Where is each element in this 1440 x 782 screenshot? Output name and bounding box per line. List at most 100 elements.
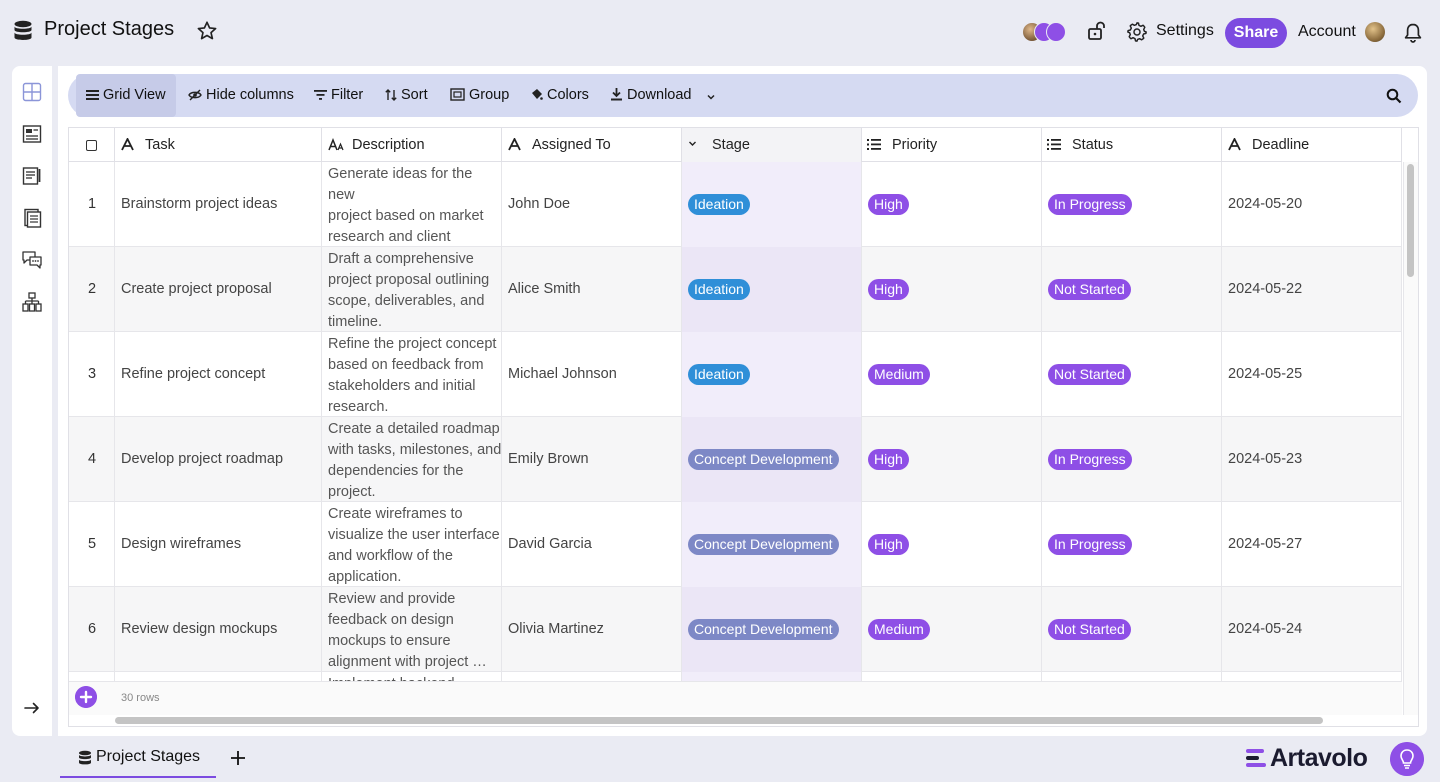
star-icon[interactable] — [196, 20, 218, 42]
cell-task[interactable]: Design wireframes — [115, 502, 322, 587]
cell-assigned[interactable]: Alice Smith — [502, 247, 682, 332]
cell-description[interactable]: Implement backend — [322, 672, 502, 681]
account-button[interactable]: Account — [1298, 23, 1356, 41]
table-row[interactable]: Implement backend — [69, 672, 1402, 681]
grid-view-icon[interactable] — [21, 81, 43, 103]
cell-deadline[interactable]: 2024-05-24 — [1222, 587, 1402, 672]
cell-task[interactable]: Develop project roadmap — [115, 417, 322, 502]
cell-priority[interactable]: High — [862, 247, 1042, 332]
bell-icon[interactable] — [1403, 22, 1423, 44]
cell-deadline[interactable]: 2024-05-22 — [1222, 247, 1402, 332]
expand-sidebar-icon[interactable] — [22, 698, 42, 718]
cell-deadline[interactable] — [1222, 672, 1402, 681]
unlock-icon[interactable] — [1087, 21, 1107, 41]
group-button[interactable]: Group — [450, 74, 509, 117]
cell-deadline[interactable]: 2024-05-25 — [1222, 332, 1402, 417]
cell-deadline[interactable]: 2024-05-27 — [1222, 502, 1402, 587]
cell-task[interactable]: Refine project concept — [115, 332, 322, 417]
cell-description[interactable]: Review and provide feedback on design mo… — [322, 587, 502, 672]
cell-stage[interactable] — [682, 672, 862, 681]
org-chart-icon[interactable] — [21, 291, 43, 313]
cell-deadline[interactable]: 2024-05-20 — [1222, 162, 1402, 247]
cell-stage[interactable]: Ideation — [682, 332, 862, 417]
cell-priority[interactable]: High — [862, 417, 1042, 502]
cell-status[interactable]: In Progress — [1042, 502, 1222, 587]
add-row-button[interactable] — [75, 686, 97, 708]
cell-status[interactable]: Not Started — [1042, 587, 1222, 672]
cell-assigned[interactable]: Emily Brown — [502, 417, 682, 502]
table-row[interactable]: 5 Design wireframes Create wireframes to v… — [69, 502, 1402, 587]
vertical-scroll-thumb[interactable] — [1407, 164, 1414, 277]
table-row[interactable]: 6 Review design mockups Review and provide… — [69, 587, 1402, 672]
colors-button[interactable]: Colors — [530, 74, 589, 117]
cell-priority[interactable]: Medium — [862, 587, 1042, 672]
column-header-deadline[interactable]: Deadline — [1222, 128, 1402, 162]
settings-button[interactable]: Settings — [1156, 22, 1214, 40]
cell-task[interactable]: Review design mockups — [115, 587, 322, 672]
account-avatar[interactable] — [1365, 22, 1385, 42]
gear-icon[interactable] — [1126, 21, 1148, 43]
form-view-icon[interactable] — [21, 123, 43, 145]
table-row[interactable]: 1 Brainstorm project ideas Generate ideas … — [69, 162, 1402, 266]
cell-status[interactable] — [1042, 672, 1222, 681]
column-header-assigned-to[interactable]: Assigned To — [502, 128, 682, 162]
cell-num[interactable]: 1 — [69, 162, 115, 247]
select-all-checkbox[interactable] — [86, 140, 97, 151]
sort-button[interactable]: Sort — [385, 74, 428, 117]
cell-num[interactable] — [69, 672, 115, 681]
cell-stage[interactable]: Ideation — [682, 162, 862, 247]
cell-num[interactable]: 2 — [69, 247, 115, 332]
horizontal-scrollbar[interactable] — [115, 717, 1323, 724]
cell-stage[interactable]: Concept Development — [682, 587, 862, 672]
download-button[interactable]: Download — [610, 74, 720, 117]
column-header-status[interactable]: Status — [1042, 128, 1222, 162]
cell-status[interactable]: In Progress — [1042, 162, 1222, 247]
cell-num[interactable]: 4 — [69, 417, 115, 502]
cell-assigned[interactable]: Michael Johnson — [502, 332, 682, 417]
cell-task[interactable]: Brainstorm project ideas — [115, 162, 322, 247]
document-view-icon[interactable] — [21, 207, 43, 229]
cell-description[interactable]: Generate ideas for the new project based… — [322, 162, 502, 266]
cell-status[interactable]: Not Started — [1042, 332, 1222, 417]
table-row[interactable]: 4 Develop project roadmap Create a detaile… — [69, 417, 1402, 502]
cell-description[interactable]: Draft a comprehensive project proposal o… — [322, 247, 502, 332]
cell-priority[interactable]: High — [862, 162, 1042, 247]
kanban-view-icon[interactable] — [21, 165, 43, 187]
column-header-stage[interactable]: Stage — [682, 128, 862, 162]
cell-stage[interactable]: Concept Development — [682, 417, 862, 502]
cell-description[interactable]: Create a detailed roadmap with tasks, mi… — [322, 417, 502, 502]
column-header-task[interactable]: Task — [115, 128, 322, 162]
filter-button[interactable]: Filter — [314, 74, 363, 117]
search-icon[interactable] — [1386, 88, 1402, 104]
cell-description[interactable]: Create wireframes to visualize the user … — [322, 502, 502, 587]
cell-assigned[interactable]: John Doe — [502, 162, 682, 247]
column-header-priority[interactable]: Priority — [862, 128, 1042, 162]
cell-task[interactable]: Create project proposal — [115, 247, 322, 332]
cell-status[interactable]: In Progress — [1042, 417, 1222, 502]
add-sheet-button[interactable] — [229, 749, 247, 767]
share-button[interactable]: Share — [1225, 18, 1287, 48]
cell-deadline[interactable]: 2024-05-23 — [1222, 417, 1402, 502]
cell-task[interactable] — [115, 672, 322, 681]
table-row[interactable]: 2 Create project proposal Draft a comprehe… — [69, 247, 1402, 332]
cell-priority[interactable]: High — [862, 502, 1042, 587]
cell-num[interactable]: 3 — [69, 332, 115, 417]
cell-stage[interactable]: Ideation — [682, 247, 862, 332]
column-header-description[interactable]: Description — [322, 128, 502, 162]
cell-num[interactable]: 6 — [69, 587, 115, 672]
table-row[interactable]: 3 Refine project concept Refine the projec… — [69, 332, 1402, 417]
hide-columns-button[interactable]: Hide columns — [188, 74, 294, 117]
cell-assigned[interactable] — [502, 672, 682, 681]
grid-view-button[interactable]: Grid View — [76, 74, 176, 117]
cell-num[interactable]: 5 — [69, 502, 115, 587]
chat-view-icon[interactable] — [21, 249, 43, 271]
cell-stage[interactable]: Concept Development — [682, 502, 862, 587]
cell-assigned[interactable]: Olivia Martinez — [502, 587, 682, 672]
lightbulb-icon[interactable] — [1390, 742, 1424, 776]
cell-priority[interactable] — [862, 672, 1042, 681]
cell-priority[interactable]: Medium — [862, 332, 1042, 417]
cell-status[interactable]: Not Started — [1042, 247, 1222, 332]
collaborator-avatars[interactable] — [1022, 22, 1072, 44]
cell-description[interactable]: Refine the project concept based on feed… — [322, 332, 502, 417]
cell-assigned[interactable]: David Garcia — [502, 502, 682, 587]
